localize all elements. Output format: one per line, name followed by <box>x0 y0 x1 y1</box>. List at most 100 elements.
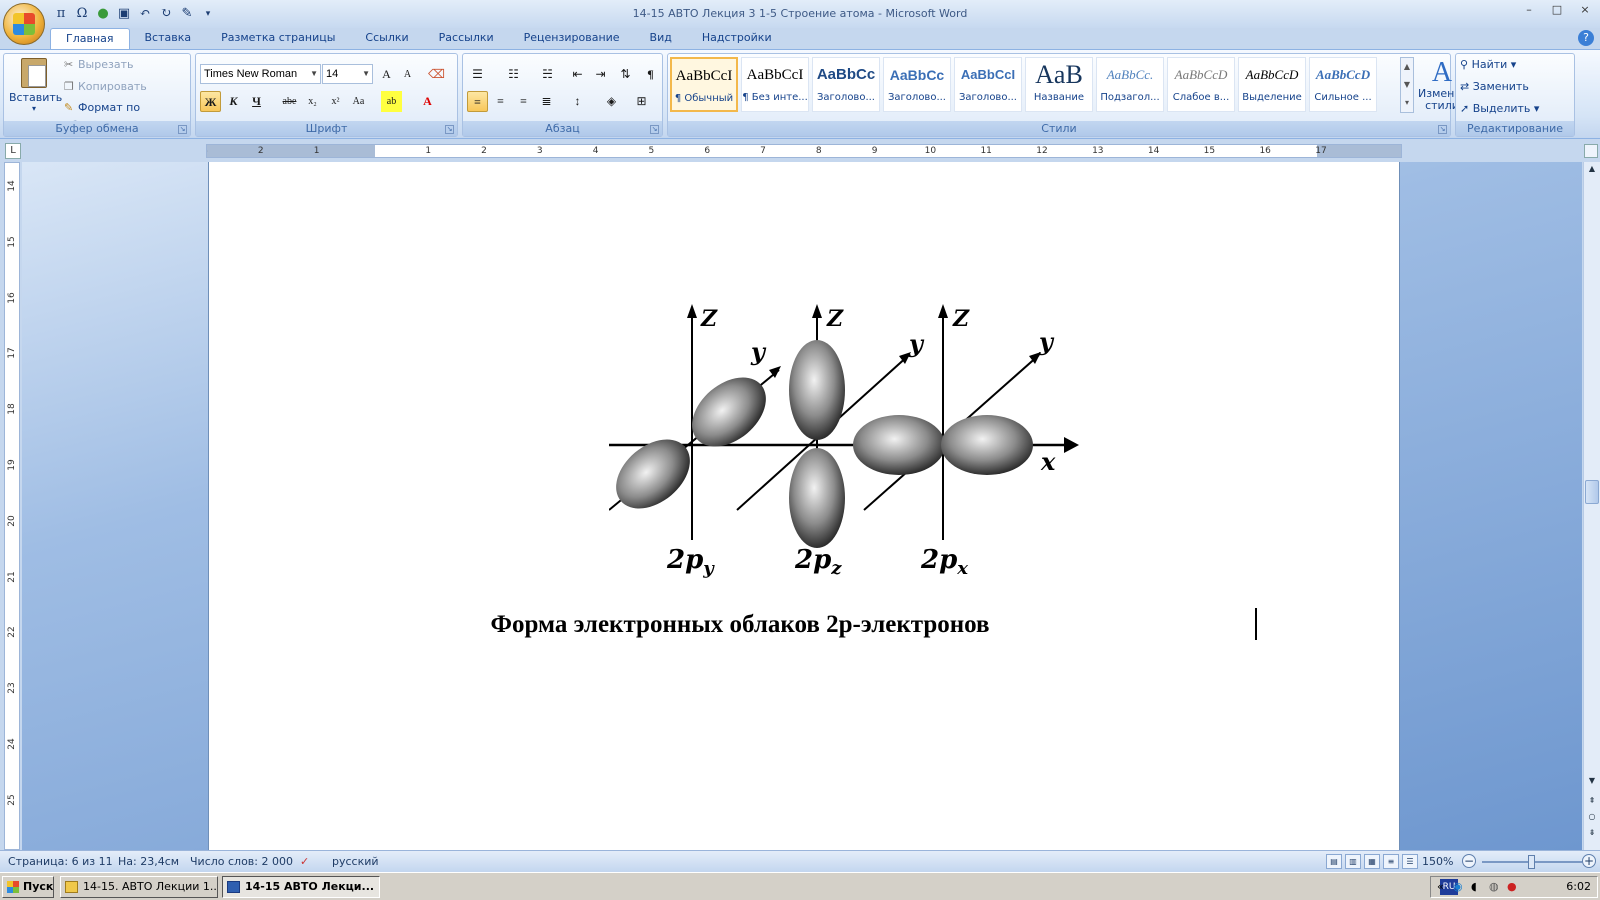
dialog-launcher-icon[interactable]: ↘ <box>178 125 187 134</box>
proofing-icon[interactable]: ✓ <box>300 855 309 868</box>
vertical-ruler[interactable]: 14 15 16 17 18 19 20 21 22 23 24 25 <box>4 162 20 850</box>
view-ruler-icon[interactable] <box>1584 144 1598 158</box>
help-icon[interactable]: ? <box>1578 30 1594 46</box>
numbering-icon[interactable]: ☷ <box>503 64 524 85</box>
style-emphasis[interactable]: AaBbCcD Выделение <box>1238 57 1306 112</box>
task-explorer[interactable]: 14-15. АВТО Лекции 1... <box>60 876 218 898</box>
page-indicator[interactable]: Страница: 6 из 11 <box>8 855 113 868</box>
shading-icon[interactable]: ◈ <box>601 91 622 112</box>
subscript-button[interactable]: x₂ <box>302 91 323 112</box>
tab-home[interactable]: Главная <box>50 28 130 49</box>
cut-button[interactable]: ✂ Вырезать <box>64 56 133 74</box>
italic-button[interactable]: К <box>223 91 244 112</box>
outline-icon[interactable]: ≡ <box>1383 854 1399 869</box>
language-indicator[interactable]: русский <box>332 855 379 868</box>
paste-dropdown-icon[interactable]: ▾ <box>9 104 59 113</box>
grow-font-button[interactable]: A <box>376 64 397 85</box>
document-page[interactable]: Z Z Z y y y x 2py 2pz 2px Форма электрон… <box>208 162 1400 850</box>
style-title[interactable]: AaB Название <box>1025 57 1093 112</box>
zoom-level[interactable]: 150% <box>1422 855 1453 868</box>
tab-page-layout[interactable]: Разметка страницы <box>206 28 350 49</box>
select-button[interactable]: ➚ Выделить ▾ <box>1460 99 1539 119</box>
sort-icon[interactable]: ⇅ <box>615 64 636 85</box>
bold-button[interactable]: Ж <box>200 91 221 112</box>
tray-expand-icon[interactable]: « <box>1437 880 1444 893</box>
tab-insert[interactable]: Вставка <box>130 28 207 49</box>
borders-icon[interactable]: ⊞ <box>631 91 652 112</box>
reading-layout-icon[interactable]: ▥ <box>1345 854 1361 869</box>
styles-scroll[interactable]: ▲ ▼ ▾ <box>1400 57 1414 113</box>
scroll-up-icon[interactable]: ▲ <box>1584 162 1600 176</box>
style-subtitle[interactable]: AaBbCc. Подзагол... <box>1096 57 1164 112</box>
minimize-button[interactable]: – <box>1518 3 1540 17</box>
style-heading-2[interactable]: AaBbCc Заголово... <box>883 57 951 112</box>
next-page-icon[interactable]: ⇟ <box>1584 826 1600 840</box>
tab-references[interactable]: Ссылки <box>350 28 423 49</box>
style-name: Выделение <box>1242 92 1302 103</box>
dialog-launcher-icon[interactable]: ↘ <box>650 125 659 134</box>
tab-stop-selector[interactable]: L <box>5 143 21 159</box>
tab-mailings[interactable]: Рассылки <box>424 28 509 49</box>
highlight-button[interactable]: ab <box>381 91 402 112</box>
prev-page-icon[interactable]: ⇞ <box>1584 794 1600 808</box>
network-icon[interactable]: ◉ <box>1453 880 1463 893</box>
horizontal-ruler[interactable]: 3211234567891011121314151617 <box>206 144 1402 158</box>
dialog-launcher-icon[interactable]: ↘ <box>1438 125 1447 134</box>
clock[interactable]: 6:02 <box>1566 880 1591 893</box>
tab-review[interactable]: Рецензирование <box>509 28 635 49</box>
font-size-select[interactable]: 14 ▼ <box>322 64 373 84</box>
print-layout-icon[interactable]: ▤ <box>1326 854 1342 869</box>
dialog-launcher-icon[interactable]: ↘ <box>445 125 454 134</box>
style-normal[interactable]: AaBbCcI ¶ Обычный <box>670 57 738 112</box>
close-button[interactable]: × <box>1574 3 1596 17</box>
change-case-button[interactable]: Aa <box>348 91 369 112</box>
office-button[interactable] <box>3 3 45 45</box>
style-heading-3[interactable]: AaBbCcI Заголово... <box>954 57 1022 112</box>
tab-view[interactable]: Вид <box>635 28 687 49</box>
browse-object-icon[interactable]: ○ <box>1584 810 1600 824</box>
increase-indent-icon[interactable]: ⇥ <box>590 64 611 85</box>
style-subtle-emphasis[interactable]: AaBbCcD Слабое в... <box>1167 57 1235 112</box>
task-word[interactable]: 14-15 АВТО Лекци... <box>222 876 380 898</box>
word-count[interactable]: Число слов: 2 000 <box>190 855 293 868</box>
draft-icon[interactable]: ☰ <box>1402 854 1418 869</box>
zoom-out-icon[interactable]: − <box>1462 854 1476 868</box>
strikethrough-button[interactable]: abe <box>279 91 300 112</box>
scrollbar-thumb[interactable] <box>1585 480 1599 504</box>
volume-icon[interactable]: ◖ <box>1471 880 1477 893</box>
format-painter-button[interactable]: ✎Формат по образцу <box>64 99 190 132</box>
zoom-in-icon[interactable]: + <box>1582 854 1596 868</box>
style-no-spacing[interactable]: AaBbCcI ¶ Без инте... <box>741 57 809 112</box>
antivirus-icon[interactable]: ● <box>1507 880 1517 893</box>
show-marks-button[interactable]: ¶ <box>640 64 661 85</box>
start-button[interactable]: Пуск <box>2 876 54 898</box>
multilevel-list-icon[interactable]: ☵ <box>537 64 558 85</box>
tab-addins[interactable]: Надстройки <box>687 28 787 49</box>
position-indicator[interactable]: На: 23,4см <box>118 855 179 868</box>
paste-button[interactable]: Вставить ▾ <box>9 58 62 118</box>
style-heading-1[interactable]: AaBbCc Заголово... <box>812 57 880 112</box>
zoom-slider[interactable] <box>1528 855 1535 869</box>
maximize-button[interactable]: □ <box>1546 3 1568 17</box>
style-intense-emphasis[interactable]: AaBbCcD Сильное ... <box>1309 57 1377 112</box>
underline-button[interactable]: Ч <box>246 91 267 112</box>
justify-icon[interactable]: ≣ <box>536 91 557 112</box>
replace-button[interactable]: ⇄ Заменить <box>1460 77 1529 97</box>
tray-app-icon[interactable]: ◍ <box>1489 880 1499 893</box>
copy-button[interactable]: ❐ Копировать <box>64 78 147 96</box>
align-center-icon[interactable]: ≡ <box>490 91 511 112</box>
align-right-icon[interactable]: ≡ <box>513 91 534 112</box>
shrink-font-button[interactable]: A <box>397 64 418 85</box>
line-spacing-icon[interactable]: ↕ <box>567 91 588 112</box>
decrease-indent-icon[interactable]: ⇤ <box>567 64 588 85</box>
align-left-icon[interactable]: ≡ <box>467 91 488 112</box>
clear-format-icon[interactable]: ⌫ <box>426 64 447 85</box>
vertical-scrollbar[interactable]: ▲ ▼ ⇞ ○ ⇟ <box>1583 162 1600 850</box>
bullets-icon[interactable]: ☰ <box>467 64 488 85</box>
superscript-button[interactable]: x² <box>325 91 346 112</box>
font-name-select[interactable]: Times New Roman ▼ <box>200 64 321 84</box>
font-color-button[interactable]: A <box>417 91 438 112</box>
web-layout-icon[interactable]: ▦ <box>1364 854 1380 869</box>
scroll-down-icon[interactable]: ▼ <box>1584 774 1600 788</box>
find-button[interactable]: ⚲ Найти ▾ <box>1460 55 1516 75</box>
